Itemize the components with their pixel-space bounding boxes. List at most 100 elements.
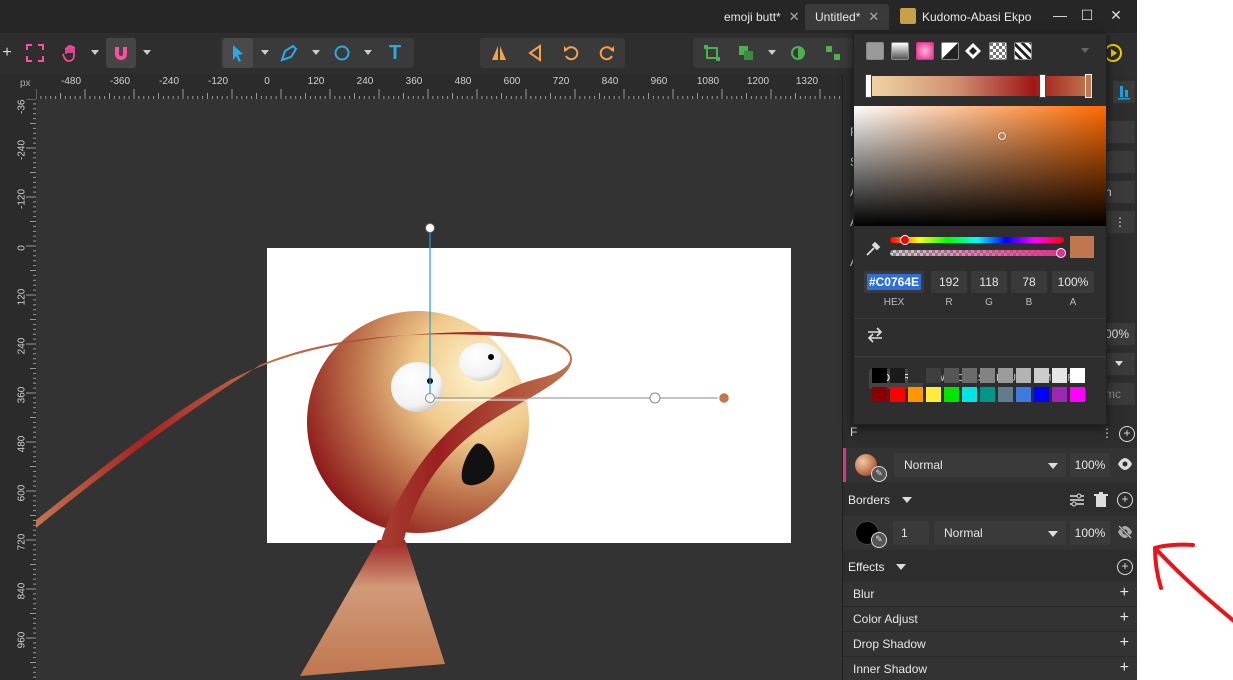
hue-handle[interactable] — [900, 235, 910, 245]
color-swatch[interactable] — [1034, 387, 1049, 402]
hex-field[interactable]: #C0764E — [864, 271, 924, 293]
color-swatch[interactable] — [1070, 368, 1085, 383]
account-tab[interactable]: Kudomo-Abasi Ekpo — [900, 4, 1031, 30]
close-icon[interactable]: ✕ — [789, 9, 800, 24]
color-swatch[interactable] — [1016, 387, 1031, 402]
add-icon[interactable]: + — [1120, 634, 1129, 652]
select-tool-icon[interactable] — [223, 38, 253, 68]
effect-blur[interactable]: Blur + — [843, 582, 1137, 607]
maximize-button[interactable]: ☐ — [1075, 4, 1099, 26]
border-opacity[interactable]: 100% — [1070, 521, 1110, 545]
gradient-stop-selected[interactable] — [1085, 74, 1092, 98]
add-icon[interactable]: + — [1120, 609, 1129, 627]
close-window-button[interactable]: ✕ — [1104, 4, 1128, 26]
border-settings-icon[interactable] — [1069, 492, 1085, 511]
color-swatch[interactable] — [872, 387, 887, 402]
minimize-button[interactable]: — — [1048, 4, 1072, 26]
color-swatch[interactable] — [926, 387, 941, 402]
color-swatch[interactable] — [908, 368, 923, 383]
group-icon[interactable] — [697, 38, 727, 68]
chevron-down-icon[interactable] — [364, 50, 372, 55]
union-icon[interactable] — [731, 38, 761, 68]
color-swatch[interactable] — [890, 387, 905, 402]
swap-icon[interactable] — [866, 327, 884, 346]
hue-slider[interactable] — [890, 235, 1064, 245]
color-swatch[interactable] — [908, 387, 923, 402]
artwork[interactable] — [36, 99, 842, 680]
panel-field[interactable] — [1105, 151, 1135, 173]
add-icon[interactable]: + — [1120, 584, 1129, 602]
panel-field[interactable] — [1105, 121, 1135, 143]
b-field[interactable]: 78 — [1011, 271, 1047, 293]
color-swatch[interactable] — [998, 387, 1013, 402]
add-icon[interactable]: + — [1120, 659, 1129, 677]
tab-untitled[interactable]: Untitled* ✕ — [805, 4, 890, 30]
color-swatch[interactable] — [944, 387, 959, 402]
component-icon[interactable] — [818, 38, 848, 68]
mask-icon[interactable] — [783, 38, 813, 68]
chevron-down-icon[interactable] — [312, 50, 320, 55]
color-swatch[interactable] — [944, 368, 959, 383]
color-swatch[interactable] — [1052, 368, 1067, 383]
chevron-down-icon[interactable] — [91, 50, 99, 55]
hand-icon[interactable] — [56, 38, 86, 68]
r-field[interactable]: 192 — [931, 271, 967, 293]
color-swatch[interactable] — [890, 368, 905, 383]
fill-more-icon[interactable]: ⋮ — [1101, 426, 1113, 440]
angular-gradient-icon[interactable] — [941, 42, 959, 60]
diamond-gradient-icon[interactable] — [964, 42, 981, 59]
panel-dropdown[interactable] — [1105, 353, 1135, 375]
chevron-down-icon[interactable] — [261, 50, 269, 55]
ellipse-tool-icon[interactable] — [327, 38, 357, 68]
chevron-down-icon[interactable] — [768, 50, 776, 55]
alpha-slider[interactable] — [890, 248, 1066, 258]
rotate-right-icon[interactable] — [592, 38, 622, 68]
fit-screen-icon[interactable] — [20, 38, 50, 68]
chevron-down-icon[interactable] — [143, 50, 151, 55]
linear-gradient-icon[interactable] — [891, 42, 909, 60]
panel-field[interactable]: 00% — [1105, 323, 1135, 345]
add-border-icon[interactable]: + — [1117, 492, 1133, 508]
pattern-icon[interactable] — [989, 42, 1007, 60]
snap-magnet-icon[interactable] — [106, 38, 136, 68]
noise-icon[interactable] — [1014, 42, 1032, 60]
alpha-handle[interactable] — [1056, 248, 1066, 258]
eye-icon[interactable] — [1117, 457, 1133, 474]
border-width-input[interactable]: 1 — [893, 521, 929, 545]
color-swatch[interactable] — [1070, 387, 1085, 402]
fill-opacity[interactable]: 100% — [1070, 453, 1110, 477]
stem-shape[interactable] — [300, 540, 445, 676]
chevron-down-icon[interactable] — [1081, 48, 1089, 53]
color-swatch[interactable] — [998, 368, 1013, 383]
chevron-down-icon[interactable] — [896, 564, 906, 570]
add-icon[interactable]: + — [0, 38, 22, 68]
color-swatch[interactable] — [1016, 368, 1031, 383]
add-fill-icon[interactable]: + — [1119, 426, 1135, 442]
trash-icon[interactable] — [1094, 492, 1108, 511]
emoji-eye-right[interactable] — [459, 343, 503, 381]
effect-drop-shadow[interactable]: Drop Shadow + — [843, 632, 1137, 657]
color-swatch[interactable] — [1034, 368, 1049, 383]
gradient-stop[interactable] — [865, 74, 872, 98]
align-bottom-icon[interactable] — [1113, 81, 1135, 103]
g-field[interactable]: 118 — [971, 271, 1007, 293]
color-swatch[interactable] — [962, 387, 977, 402]
chevron-down-icon[interactable] — [902, 497, 912, 503]
rotate-left-icon[interactable] — [556, 38, 586, 68]
color-swatch[interactable] — [872, 368, 887, 383]
panel-field[interactable]: mc — [1105, 383, 1135, 405]
panel-field[interactable]: n — [1105, 181, 1135, 203]
border-blend-dropdown[interactable]: Normal — [934, 521, 1066, 545]
effect-inner-shadow[interactable]: Inner Shadow + — [843, 657, 1137, 680]
color-swatch[interactable] — [1052, 387, 1067, 402]
tab-emoji-butt[interactable]: emoji butt* ✕ — [724, 4, 800, 30]
color-swatch[interactable] — [980, 387, 995, 402]
eyedropper-icon[interactable] — [864, 240, 882, 261]
close-icon[interactable]: ✕ — [868, 9, 879, 24]
saturation-field[interactable] — [854, 106, 1106, 226]
flip-horizontal-icon[interactable] — [484, 38, 514, 68]
radial-gradient-icon[interactable] — [916, 42, 934, 60]
eyedropper-icon[interactable]: ✎ — [871, 466, 887, 482]
text-tool-icon[interactable]: T — [380, 38, 410, 68]
solid-fill-icon[interactable] — [866, 42, 884, 60]
